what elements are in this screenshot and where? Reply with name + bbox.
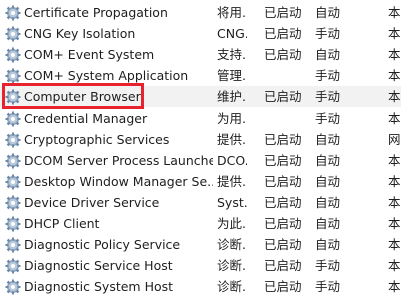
service-logon-as: 本 xyxy=(388,152,401,168)
service-description: 管理... xyxy=(217,68,247,84)
service-startup-type: 自动 xyxy=(315,152,341,168)
service-status: 已启动 xyxy=(264,216,302,231)
service-name: Cryptographic Services xyxy=(24,131,170,147)
service-startup-type: 自动 xyxy=(315,194,341,210)
service-logon-as: 本 xyxy=(388,216,401,231)
service-logon-as: 本 xyxy=(388,173,401,189)
service-startup-type: 自动 xyxy=(315,47,341,63)
service-description: 将用... xyxy=(217,5,247,20)
service-name: Desktop Window Manager Se... xyxy=(24,173,213,189)
gear-icon xyxy=(5,47,21,63)
service-logon-as: 本 xyxy=(388,89,401,105)
service-status: 已启动 xyxy=(264,47,302,63)
service-description: 诊断... xyxy=(217,237,247,253)
service-name: CNG Key Isolation xyxy=(24,26,136,42)
service-name: COM+ System Application xyxy=(24,68,189,84)
service-status: 已启动 xyxy=(264,258,302,274)
service-status: 已启动 xyxy=(264,279,302,295)
gear-icon xyxy=(5,26,21,42)
service-status: 已启动 xyxy=(264,131,302,147)
service-row[interactable]: Diagnostic Service Host 诊断... 已启动手动 本 xyxy=(0,255,401,276)
service-startup-type: 自动 xyxy=(315,216,341,231)
service-name: Diagnostic Service Host xyxy=(24,258,173,274)
service-logon-as: 本 xyxy=(388,110,401,126)
service-logon-as: 本 xyxy=(388,47,401,63)
service-logon-as: 本 xyxy=(388,237,401,253)
service-name: DCOM Server Process Launcher xyxy=(24,152,213,168)
service-name: Credential Manager xyxy=(24,110,148,126)
service-name: Diagnostic Policy Service xyxy=(24,237,181,253)
service-description: 诊断... xyxy=(217,258,247,274)
gear-icon xyxy=(5,153,21,169)
service-startup-type: 手动 xyxy=(315,279,341,295)
gear-icon xyxy=(5,216,21,232)
service-description: CNG... xyxy=(217,26,247,42)
service-logon-as: 本 xyxy=(388,279,401,295)
service-row[interactable]: Credential Manager 为用... 手动 本 xyxy=(0,108,401,129)
service-description: 诊断... xyxy=(217,279,247,295)
gear-icon xyxy=(5,195,21,211)
service-row[interactable]: COM+ Event System 支持... 已启动自动 本 xyxy=(0,44,401,65)
service-description: 为此... xyxy=(217,216,247,231)
service-row[interactable]: Cryptographic Services 提供... 已启动自动 网 xyxy=(0,129,401,150)
service-name: Certificate Propagation xyxy=(24,5,168,20)
service-description: 提供... xyxy=(217,173,247,189)
service-row[interactable]: Diagnostic Policy Service 诊断... 已启动自动 本 xyxy=(0,234,401,255)
service-description: 维护... xyxy=(217,89,247,105)
service-startup-type: 手动 xyxy=(315,26,341,42)
service-name: Diagnostic System Host xyxy=(24,279,174,295)
service-row[interactable]: Certificate Propagation 将用... 已启动自动 本 xyxy=(0,2,401,23)
service-row[interactable]: DCOM Server Process LauncherDCO... 已启动自动 本 xyxy=(0,150,401,171)
gear-icon xyxy=(5,174,21,190)
service-row[interactable]: Device Driver Service Syst... 已启动自动 本 xyxy=(0,192,401,213)
service-row[interactable]: DHCP Client 为此... 已启动自动 本 xyxy=(0,213,401,234)
service-logon-as: 本 xyxy=(388,5,401,20)
service-logon-as: 本 xyxy=(388,68,401,84)
service-row[interactable]: Diagnostic System Host 诊断... 已启动手动 本 xyxy=(0,276,401,297)
gear-icon xyxy=(5,237,21,253)
gear-icon xyxy=(5,111,21,126)
gear-icon xyxy=(5,132,21,148)
service-logon-as: 网 xyxy=(388,131,401,147)
gear-icon xyxy=(5,5,21,21)
service-startup-type: 手动 xyxy=(315,110,341,126)
service-description: 支持... xyxy=(217,47,247,63)
gear-icon xyxy=(5,258,21,274)
service-description: 提供... xyxy=(217,131,247,147)
service-name: COM+ Event System xyxy=(24,47,155,63)
service-logon-as: 本 xyxy=(388,258,401,274)
service-startup-type: 自动 xyxy=(315,131,341,147)
service-row[interactable]: CNG Key Isolation CNG... 已启动手动 本 xyxy=(0,23,401,44)
gear-icon xyxy=(5,279,21,295)
service-startup-type: 手动 xyxy=(315,68,341,84)
service-startup-type: 手动 xyxy=(315,258,341,274)
service-status: 已启动 xyxy=(264,194,302,210)
service-description: DCO... xyxy=(217,152,247,168)
service-startup-type: 自动 xyxy=(315,173,341,189)
service-description: Syst... xyxy=(217,194,247,210)
service-description: 为用... xyxy=(217,110,247,126)
gear-icon xyxy=(5,68,21,84)
service-status: 已启动 xyxy=(264,5,302,20)
service-name: Device Driver Service xyxy=(24,194,160,210)
service-status: 已启动 xyxy=(264,237,302,253)
services-list: Certificate Propagation将用...已启动自动本CNG Ke… xyxy=(0,0,401,300)
service-status: 已启动 xyxy=(264,89,302,105)
service-row[interactable]: Desktop Window Manager Se...提供... 已启动自动 本 xyxy=(0,171,401,192)
service-name: DHCP Client xyxy=(24,216,100,231)
service-startup-type: 自动 xyxy=(315,5,341,20)
service-startup-type: 手动 xyxy=(315,89,341,105)
service-status: 已启动 xyxy=(264,173,302,189)
selection-highlight-box xyxy=(2,83,144,109)
service-status: 已启动 xyxy=(264,26,302,42)
service-startup-type: 自动 xyxy=(315,237,341,253)
service-status: 已启动 xyxy=(264,152,302,168)
service-logon-as: 本 xyxy=(388,26,401,42)
service-logon-as: 本 xyxy=(388,194,401,210)
